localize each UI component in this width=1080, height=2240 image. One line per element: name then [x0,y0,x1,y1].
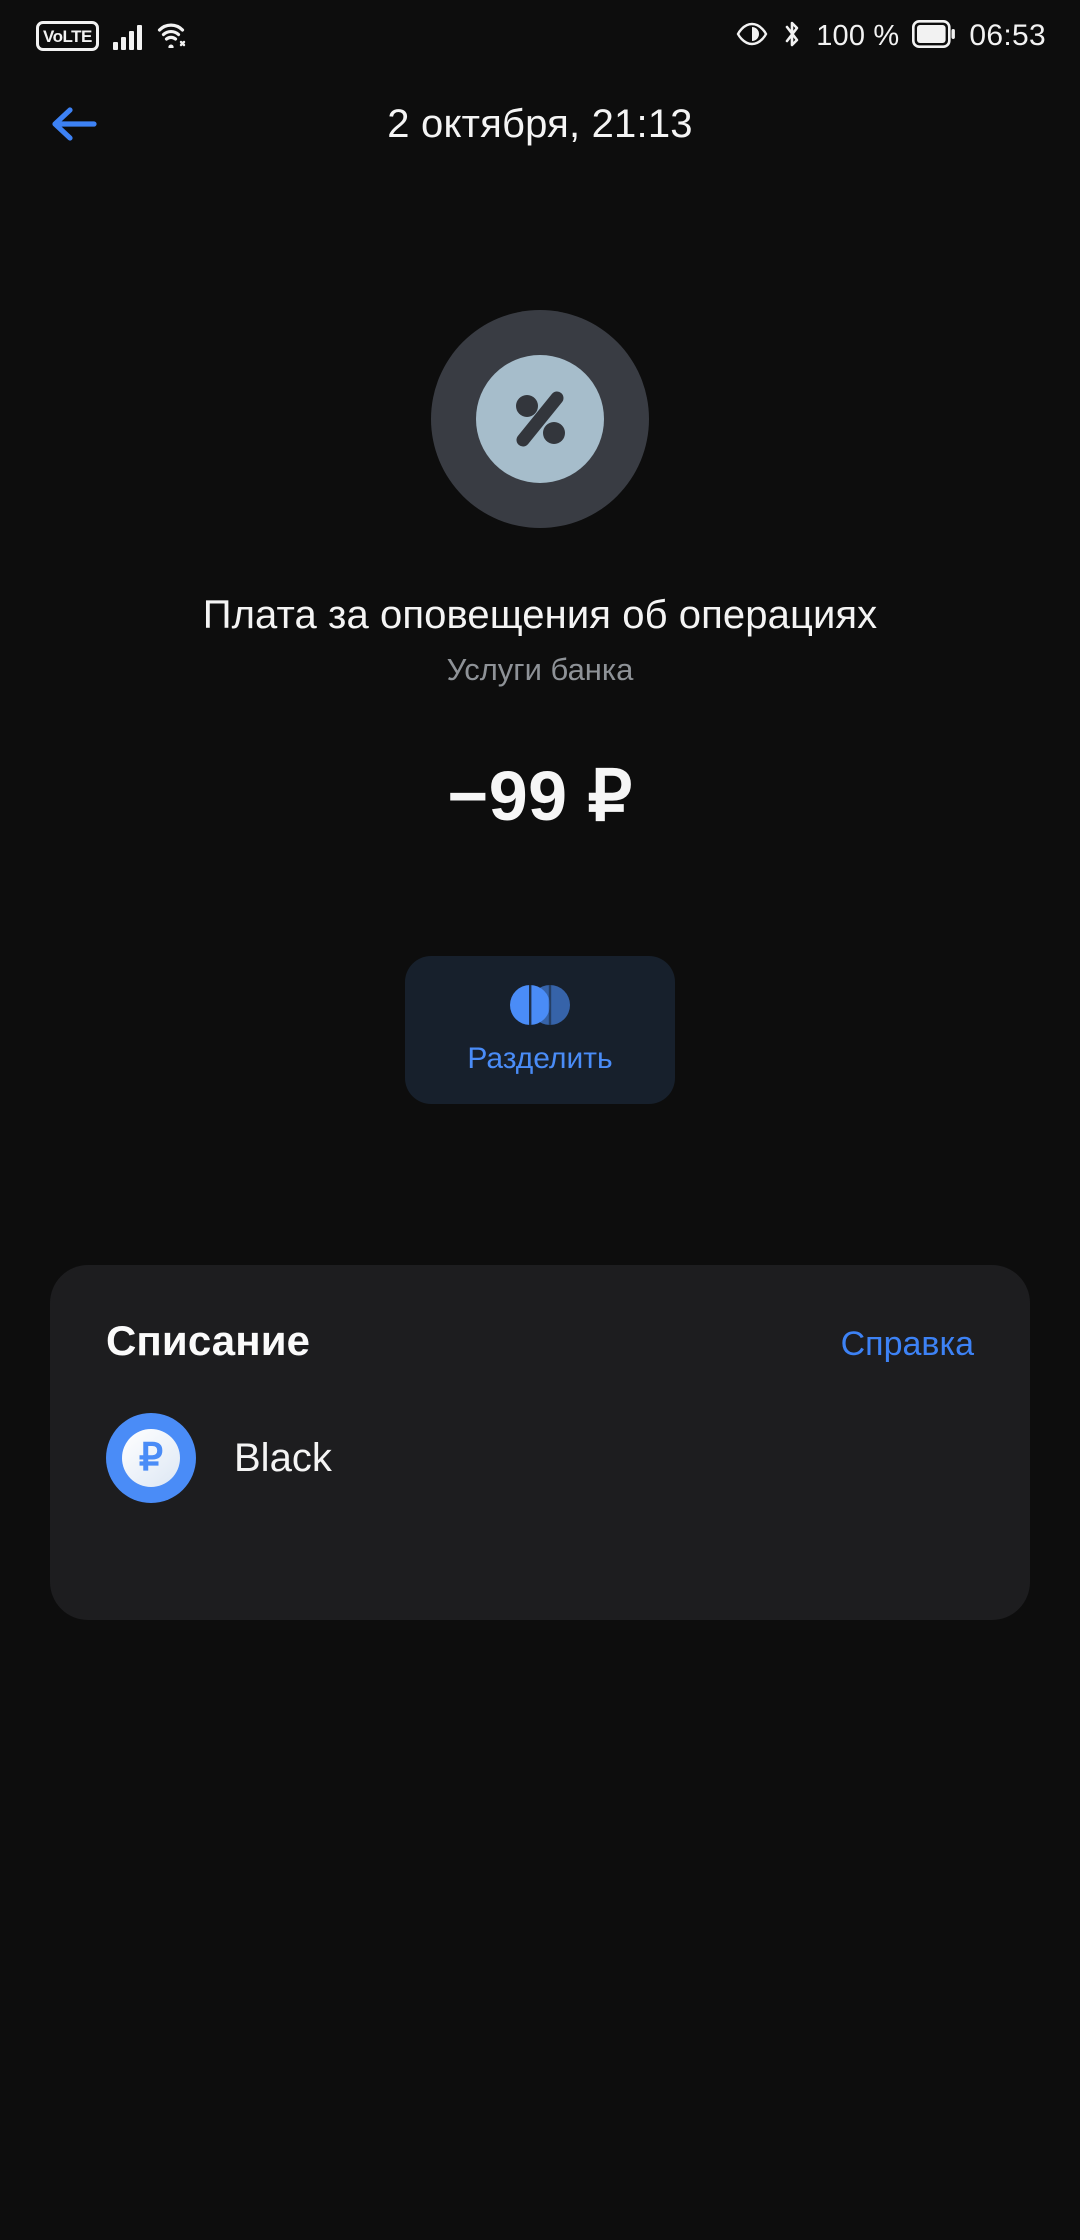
volte-icon: VoLTE [36,21,99,51]
write-off-panel: Списание Справка ₽ Black [50,1265,1030,1620]
percent-icon [431,310,649,528]
transaction-amount: −99 ₽ [447,757,633,835]
split-circles-icon [503,984,577,1026]
account-name: Black [234,1435,332,1480]
merchant-name: Плата за оповещения об операциях [202,593,878,637]
ruble-coin-inner: ₽ [122,1429,180,1487]
battery-full-icon [912,19,956,53]
help-link[interactable]: Справка [841,1325,974,1364]
split-button[interactable]: Разделить [405,956,675,1104]
ruble-symbol: ₽ [138,1437,164,1479]
percent-glyph-icon [516,391,565,447]
status-bar-right: 100 % 06:53 [736,18,1046,55]
eye-comfort-icon [736,21,768,52]
bluetooth-icon [781,18,803,55]
signal-bars-icon [112,23,142,50]
panel-header: Списание Справка [106,1317,974,1365]
ruble-coin-icon: ₽ [106,1413,196,1503]
wifi-icon [156,20,186,53]
account-row[interactable]: ₽ Black [106,1413,974,1503]
back-button[interactable] [36,86,112,162]
page-title: 2 октября, 21:13 [387,101,693,146]
status-bar-left: VoLTE [36,20,186,53]
arrow-left-icon [52,107,97,141]
split-button-label: Разделить [467,1042,613,1075]
status-bar: VoLTE 100 % 06:53 [0,0,1080,72]
status-bar-clock: 06:53 [969,19,1046,52]
app-header: 2 октября, 21:13 [0,72,1080,176]
merchant-category: Услуги банка [446,652,634,687]
panel-title: Списание [106,1317,311,1364]
percent-icon-inner [476,355,604,483]
battery-percent-label: 100 % [816,19,900,52]
